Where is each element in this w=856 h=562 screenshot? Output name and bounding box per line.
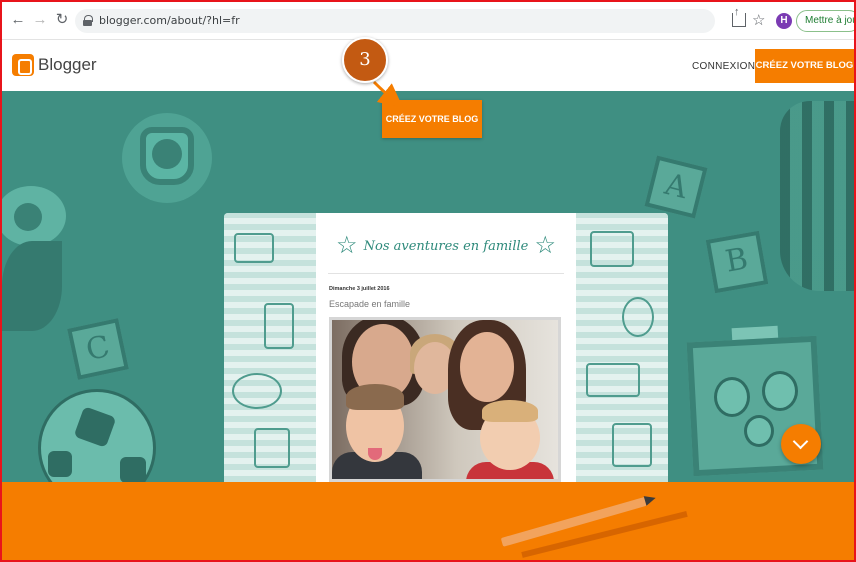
flower-core-illustration — [14, 203, 42, 231]
cup-inner-illustration — [152, 139, 182, 169]
star-icon[interactable]: ☆ — [752, 11, 765, 29]
person-face — [460, 332, 514, 402]
update-button[interactable]: Mettre à jour — [796, 10, 854, 32]
scroll-down-button[interactable] — [781, 424, 821, 464]
create-blog-header-button[interactable]: CRÉEZ VOTRE BLOG — [755, 49, 854, 83]
photo-face-illustration — [762, 371, 798, 411]
url-text: blogger.com/about/?hl=fr — [99, 14, 240, 27]
soccer-ball-patch — [48, 451, 72, 477]
blog-preview-mockup: ☆ ☆ Nos aventures en famille Dimanche 3 … — [224, 213, 668, 482]
lock-icon — [83, 15, 93, 26]
letter-block-b: B — [705, 230, 769, 294]
browser-toolbar: ← → ↻ blogger.com/about/?hl=fr ☆ H Mettr… — [2, 2, 854, 40]
doodle-shape — [232, 373, 282, 409]
photo-face-illustration — [744, 415, 774, 447]
create-blog-hero-button[interactable]: CRÉEZ VOTRE BLOG — [382, 100, 482, 138]
hero-section: C A B CRÉEZ VOTRE BLOG ☆ ☆ Nos aventures… — [2, 91, 854, 482]
soccer-ball-patch — [120, 457, 146, 482]
child-hair — [482, 400, 538, 422]
share-icon[interactable] — [732, 6, 746, 27]
doodle-pattern-left — [224, 213, 316, 482]
logo-text[interactable]: Blogger — [38, 55, 97, 75]
leaf-illustration — [2, 241, 62, 331]
blog-divider — [328, 273, 564, 274]
letter-block-a-glyph: A — [661, 166, 691, 207]
reload-icon[interactable]: ↻ — [54, 12, 70, 28]
doodle-pattern-right — [576, 213, 668, 482]
letter-block-c-glyph: C — [83, 329, 113, 369]
letter-block-c: C — [67, 318, 129, 380]
post-date: Dimanche 3 juillet 2016 — [329, 286, 390, 292]
tartan-glove-illustration — [780, 101, 854, 291]
blogger-logo-icon[interactable] — [12, 54, 34, 76]
doodle-shape — [622, 297, 654, 337]
forward-arrow-icon[interactable]: → — [32, 12, 48, 28]
letter-block-b-glyph: B — [722, 241, 751, 280]
screenshot-frame: ← → ↻ blogger.com/about/?hl=fr ☆ H Mettr… — [0, 0, 856, 562]
address-bar[interactable]: blogger.com/about/?hl=fr — [75, 9, 715, 33]
orange-section — [2, 482, 854, 560]
post-title: Escapade en famille — [329, 299, 411, 309]
doodle-shape — [234, 233, 274, 263]
site-header: Blogger CONNEXION CRÉEZ VOTRE BLOG — [2, 41, 854, 91]
doodle-shape — [254, 428, 290, 468]
post-photo — [329, 317, 561, 482]
doodle-shape — [612, 423, 652, 467]
step-number-badge: 3 — [342, 37, 388, 83]
doodle-shape — [586, 363, 640, 397]
blog-page: ☆ ☆ Nos aventures en famille Dimanche 3 … — [316, 213, 576, 482]
login-link[interactable]: CONNEXION — [692, 61, 755, 72]
doodle-shape — [590, 231, 634, 267]
profile-avatar[interactable]: H — [776, 13, 792, 29]
blog-title: Nos aventures en famille — [363, 239, 529, 254]
letter-block-a: A — [644, 155, 708, 219]
doodle-shape — [264, 303, 294, 349]
back-arrow-icon[interactable]: ← — [10, 12, 26, 28]
child-hair — [346, 384, 404, 410]
photo-face-illustration — [714, 377, 750, 417]
